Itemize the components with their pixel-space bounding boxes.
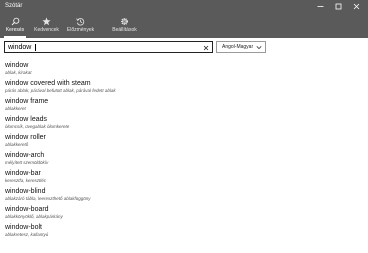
result-word: window-bar bbox=[5, 170, 41, 177]
result-translation: ablakkönyöklő, ablakpárkány bbox=[5, 214, 63, 219]
search-icon bbox=[11, 16, 20, 26]
minimize-button[interactable] bbox=[312, 0, 329, 13]
history-icon bbox=[76, 16, 85, 26]
result-word: window-arch bbox=[5, 152, 45, 159]
app-title: Szótár bbox=[5, 3, 23, 9]
result-word: window leads bbox=[5, 116, 48, 123]
result-translation: ablakzáró tábla, leereszthető ablakfüggö… bbox=[5, 196, 91, 201]
text-caret bbox=[35, 44, 36, 51]
clear-search-button[interactable] bbox=[202, 43, 210, 52]
list-item[interactable]: window covered with steam párás ablak, p… bbox=[5, 79, 355, 97]
nav-toolbar: Keresés Kedvencek Előzmények Beállítások bbox=[0, 13, 368, 38]
chevron-down-icon bbox=[256, 46, 262, 50]
list-item[interactable]: window frame ablakkeret bbox=[5, 97, 355, 115]
list-item[interactable]: window roller ablakkerető bbox=[5, 133, 355, 151]
list-item[interactable]: window-bar keresztfa, keresztléc bbox=[5, 169, 355, 187]
tab-favorites[interactable]: Kedvencek bbox=[31, 13, 62, 38]
tab-label: Keresés bbox=[5, 27, 25, 33]
close-icon bbox=[203, 45, 209, 50]
tab-search[interactable]: Keresés bbox=[2, 13, 28, 38]
maximize-button[interactable] bbox=[330, 0, 347, 13]
app-window: Szótár Keresés Kedvencek Előzmények Beál… bbox=[0, 0, 368, 253]
results-list: window ablak, kirakat window covered wit… bbox=[5, 61, 355, 241]
result-word: window covered with steam bbox=[5, 80, 91, 87]
close-button[interactable] bbox=[348, 0, 365, 13]
title-bar[interactable]: Szótár bbox=[0, 0, 368, 13]
close-icon bbox=[353, 3, 360, 10]
tab-label: Beállítások bbox=[112, 27, 137, 33]
result-word: window-board bbox=[5, 206, 49, 213]
tab-settings[interactable]: Beállítások bbox=[108, 13, 141, 38]
gear-icon bbox=[120, 16, 129, 26]
list-item[interactable]: window-bolt ablakretesz, kallantyú bbox=[5, 223, 355, 241]
search-input-value[interactable]: window bbox=[8, 43, 31, 52]
tab-label: Kedvencek bbox=[34, 27, 59, 33]
active-tab-indicator bbox=[4, 36, 26, 38]
list-item[interactable]: window-board ablakkönyöklő, ablakpárkány bbox=[5, 205, 355, 223]
list-item[interactable]: window leads ólomcsík, üvegablak ólomker… bbox=[5, 115, 355, 133]
result-word: window roller bbox=[5, 134, 46, 141]
result-translation: ablakretesz, kallantyú bbox=[5, 232, 49, 237]
result-translation: párás ablak, párával befutott ablak, pár… bbox=[5, 88, 116, 93]
list-item[interactable]: window-arch mélyített szemöldökív bbox=[5, 151, 355, 169]
result-word: window bbox=[5, 62, 29, 69]
tab-label: Előzmények bbox=[66, 27, 95, 33]
minimize-icon bbox=[317, 6, 324, 7]
star-icon bbox=[42, 16, 51, 26]
result-translation: ablak, kirakat bbox=[5, 70, 32, 75]
tab-history[interactable]: Előzmények bbox=[64, 13, 97, 38]
language-dropdown[interactable]: Angol-Magyar bbox=[216, 41, 266, 53]
result-word: window-bolt bbox=[5, 224, 42, 231]
result-translation: ólomcsík, üvegablak ólomkerete bbox=[5, 124, 70, 129]
result-translation: keresztfa, keresztléc bbox=[5, 178, 47, 183]
language-selected: Angol-Magyar bbox=[222, 44, 254, 50]
list-item[interactable]: window-blind ablakzáró tábla, leereszthe… bbox=[5, 187, 355, 205]
maximize-icon bbox=[335, 3, 342, 10]
result-word: window frame bbox=[5, 98, 49, 105]
result-translation: ablakkeret bbox=[5, 106, 26, 111]
search-input[interactable]: window bbox=[4, 41, 213, 53]
result-word: window-blind bbox=[5, 188, 46, 195]
result-translation: mélyített szemöldökív bbox=[5, 160, 49, 165]
list-item[interactable]: window ablak, kirakat bbox=[5, 61, 355, 79]
result-translation: ablakkerető bbox=[5, 142, 29, 147]
